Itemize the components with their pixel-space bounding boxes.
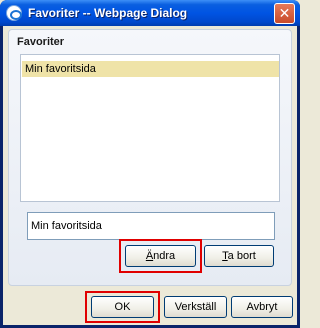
favorites-list[interactable]: Min favoritsida (20, 54, 280, 202)
window-title: Favoriter -- Webpage Dialog (28, 6, 188, 20)
favorites-panel: Favoriter Min favoritsida Ändra Ta bort (8, 29, 292, 286)
dialog-body: Favoriter Min favoritsida Ändra Ta bort … (3, 26, 297, 325)
section-title: Favoriter (17, 36, 65, 48)
edit-button[interactable]: Ändra (125, 245, 196, 267)
ie-icon (6, 5, 22, 21)
remove-button[interactable]: Ta bort (204, 245, 274, 267)
dialog-window: Favoriter -- Webpage Dialog ✕ Favoriter … (0, 0, 300, 328)
cancel-button[interactable]: Avbryt (231, 296, 293, 318)
ok-button[interactable]: OK (91, 296, 154, 318)
apply-button[interactable]: Verkställ (164, 296, 227, 318)
list-item[interactable]: Min favoritsida (22, 61, 279, 77)
favorite-name-input[interactable] (27, 212, 275, 240)
close-button[interactable]: ✕ (274, 3, 295, 24)
title-bar[interactable]: Favoriter -- Webpage Dialog ✕ (0, 0, 300, 26)
